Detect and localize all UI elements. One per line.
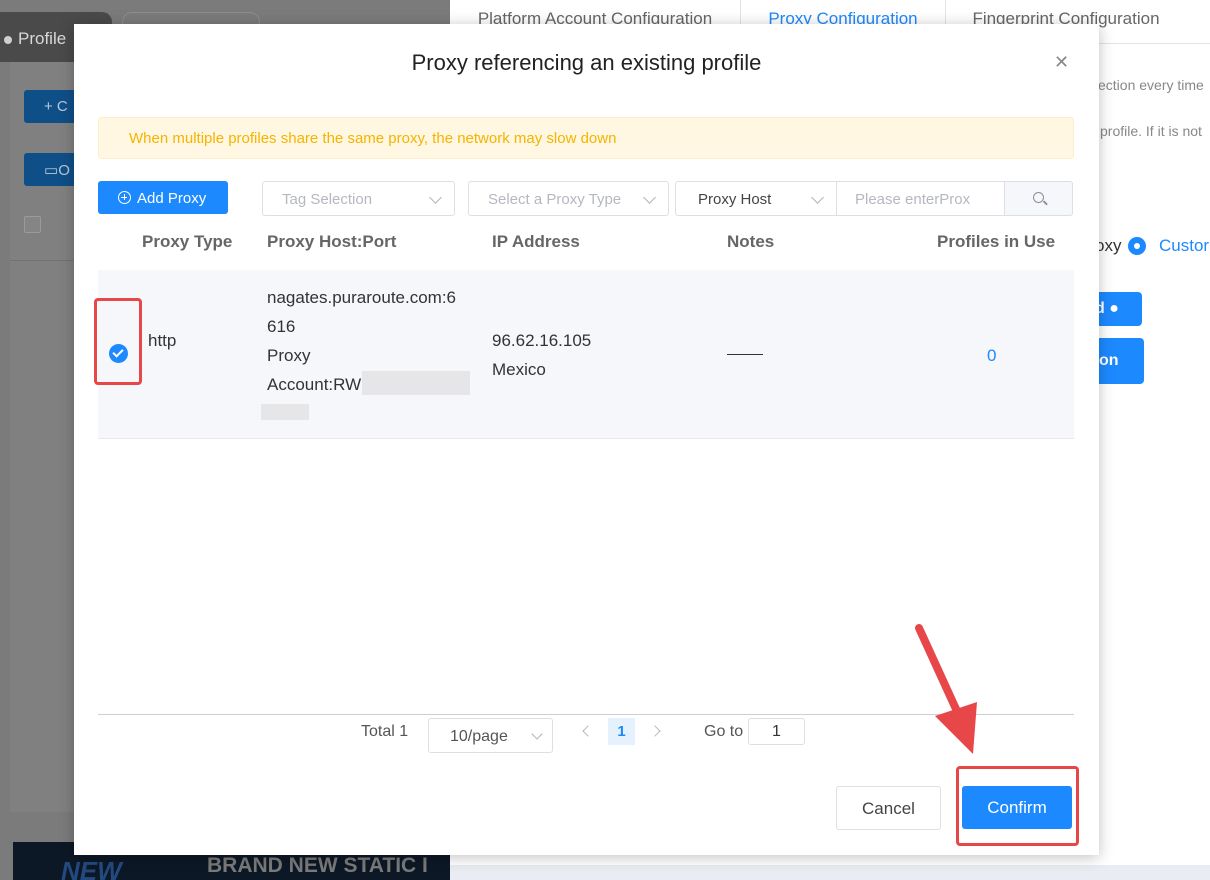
- tab-profile-label: Profile: [18, 29, 67, 48]
- close-icon[interactable]: ✕: [1054, 52, 1069, 73]
- column-header-proxy-type[interactable]: Proxy Type: [142, 232, 232, 252]
- dot-icon: [4, 35, 12, 44]
- redacted-block: [261, 404, 309, 420]
- ip-country: Mexico: [492, 360, 546, 379]
- proxy-search-input[interactable]: Please enterProx: [837, 181, 1005, 216]
- confirm-highlight-box: [956, 766, 1079, 846]
- search-placeholder: Please enterProx: [855, 191, 971, 208]
- proxy-type-placeholder: Select a Proxy Type: [488, 191, 622, 208]
- folder-icon: ▭: [44, 162, 59, 179]
- config-description-2: profile. If it is not: [1100, 123, 1202, 139]
- folder-button-label: O: [58, 162, 70, 179]
- chevron-down-icon: [531, 728, 543, 740]
- column-header-notes[interactable]: Notes: [727, 232, 774, 252]
- search-button[interactable]: [1004, 181, 1073, 216]
- shared-proxy-warning: When multiple profiles share the same pr…: [98, 117, 1074, 159]
- cell-proxy-type: http: [148, 331, 177, 350]
- select-all-checkbox[interactable]: [24, 216, 41, 233]
- cell-notes: [727, 354, 763, 355]
- column-header-host-port[interactable]: Proxy Host:Port: [267, 232, 396, 252]
- page-number[interactable]: 1: [608, 718, 635, 745]
- column-header-ip-address[interactable]: IP Address: [492, 232, 580, 252]
- config-description-1: ection every time: [1098, 77, 1204, 93]
- cell-profiles-in-use[interactable]: 0: [987, 341, 996, 370]
- pagination-total: Total 1: [361, 723, 409, 740]
- host-line: 616: [267, 317, 296, 336]
- radio-custom[interactable]: [1128, 237, 1146, 255]
- banner-new-label: NEW: [61, 856, 122, 880]
- page-size-label: 10/page: [450, 728, 508, 745]
- tag-select-placeholder: Tag Selection: [282, 191, 373, 208]
- cell-ip-address: 96.62.16.105 Mexico: [492, 326, 591, 384]
- page-size-select[interactable]: 10/page: [428, 718, 553, 753]
- plus-circle-icon: [118, 191, 131, 204]
- config-action-button-1[interactable]: d ●: [1095, 292, 1142, 326]
- ip-value: 96.62.16.105: [492, 331, 592, 350]
- radio-custom-label[interactable]: Custor: [1159, 236, 1209, 256]
- tag-select[interactable]: Tag Selection: [262, 181, 455, 216]
- goto-label: Go to: [704, 723, 744, 740]
- goto-page-input[interactable]: 1: [748, 718, 805, 745]
- annotation-arrow-icon: [915, 624, 977, 754]
- search-field-label: Proxy Host: [698, 191, 772, 208]
- banner-headline: BRAND NEW STATIC I: [207, 854, 428, 877]
- host-line: Proxy: [267, 346, 311, 365]
- chevron-down-icon: [429, 191, 442, 204]
- add-proxy-button[interactable]: Add Proxy: [98, 181, 228, 214]
- modal-title: Proxy referencing an existing profile: [411, 50, 762, 75]
- redacted-block: [362, 371, 470, 395]
- config-action-label-2: on: [1099, 352, 1119, 369]
- chevron-down-icon: [811, 191, 824, 204]
- background-footer-strip: [450, 865, 1210, 880]
- search-field-select[interactable]: Proxy Host: [675, 181, 837, 216]
- create-profile-label: + C: [44, 98, 68, 115]
- host-line: nagates.puraroute.com:6: [267, 288, 457, 307]
- config-action-button-2[interactable]: on: [1095, 338, 1144, 384]
- selection-highlight-box: [94, 298, 142, 385]
- proxy-type-select[interactable]: Select a Proxy Type: [468, 181, 669, 216]
- column-header-profiles-in-use[interactable]: Profiles in Use: [937, 232, 1055, 252]
- cancel-button[interactable]: Cancel: [836, 786, 941, 830]
- chevron-down-icon: [643, 191, 656, 204]
- help-icon: ●: [1109, 300, 1119, 317]
- add-proxy-label: Add Proxy: [137, 190, 207, 207]
- search-icon: [1033, 192, 1044, 203]
